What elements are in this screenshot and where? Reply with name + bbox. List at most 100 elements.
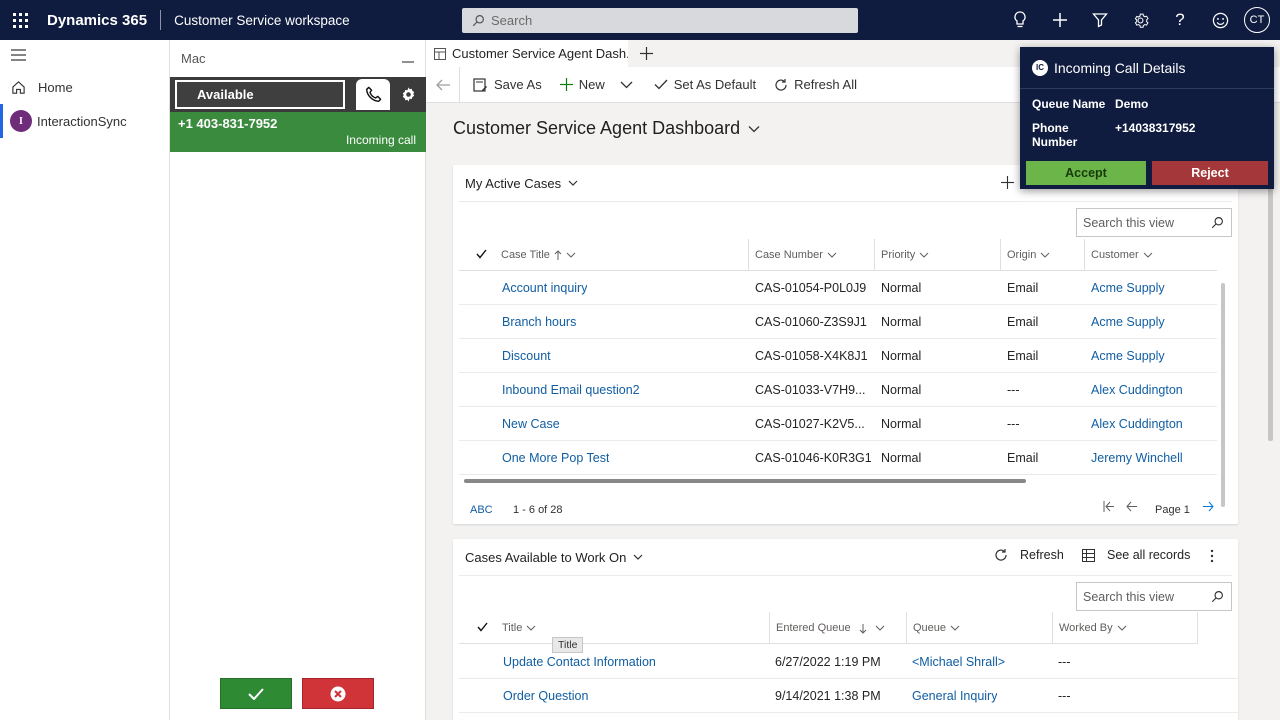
chevron-down-icon[interactable] [633, 554, 643, 560]
lightbulb-icon[interactable] [1000, 0, 1040, 40]
column-header-case-title[interactable]: Case Title [495, 239, 748, 271]
user-avatar[interactable]: CT [1244, 7, 1270, 33]
case-title-link[interactable]: Inbound Email question2 [502, 373, 640, 407]
next-page-icon[interactable] [1202, 501, 1214, 515]
column-header-entered-queue[interactable]: Entered Queue [769, 612, 906, 644]
column-header-priority[interactable]: Priority [874, 239, 1001, 271]
chevron-down-icon [527, 625, 536, 631]
save-as-button[interactable]: Save As [464, 67, 551, 103]
chevron-down-icon[interactable] [568, 180, 578, 186]
case-title-link[interactable]: Branch hours [502, 305, 576, 339]
column-label: Case Number [755, 249, 823, 261]
available-cases-search-input[interactable]: Search this view [1076, 582, 1232, 611]
back-arrow-icon[interactable] [426, 66, 460, 103]
nav-item-interactionsync[interactable]: I InteractionSync [0, 104, 169, 138]
case-title-link[interactable]: Discount [502, 339, 551, 373]
column-header-queue[interactable]: Queue [906, 612, 1052, 644]
set-as-default-button[interactable]: Set As Default [645, 67, 765, 103]
more-options-icon[interactable] [1210, 549, 1214, 566]
chevron-down-icon [748, 125, 760, 132]
queue-link[interactable]: General Inquiry [912, 679, 997, 713]
case-title-link[interactable]: Account inquiry [502, 271, 587, 305]
chevron-down-icon [1143, 252, 1153, 258]
table-row[interactable]: Inbound Email question2 CAS-01033-V7H9..… [459, 373, 1217, 407]
refresh-all-button[interactable]: Refresh All [765, 67, 866, 103]
case-title-link[interactable]: Order Question [503, 679, 588, 713]
filter-icon[interactable] [1080, 0, 1120, 40]
app-launcher-icon[interactable] [0, 0, 40, 40]
queue-link[interactable]: <Michael Shrall> [912, 645, 1005, 679]
customer-link[interactable]: Acme Supply [1091, 339, 1165, 373]
previous-page-icon[interactable] [1126, 501, 1138, 515]
see-all-records-button[interactable]: See all records [1082, 548, 1190, 562]
phone-icon[interactable] [356, 79, 390, 110]
column-header-case-number[interactable]: Case Number [748, 239, 875, 271]
column-label: Priority [881, 249, 916, 261]
global-search-input[interactable]: Search [462, 8, 858, 33]
agent-status-dropdown[interactable]: Available [175, 80, 345, 109]
column-header-customer[interactable]: Customer [1084, 239, 1211, 271]
origin: Email [1007, 281, 1039, 295]
vertical-scrollbar[interactable] [1221, 283, 1225, 507]
worked-by: --- [1058, 689, 1071, 703]
table-row[interactable]: New Case CAS-01027-K2V5... Normal --- Al… [459, 407, 1217, 441]
table-row[interactable]: Update Contact Information 6/27/2022 1:1… [459, 645, 1238, 679]
column-header-title[interactable]: Title [496, 612, 769, 644]
help-icon[interactable]: ? [1160, 0, 1200, 40]
add-case-plus-icon[interactable] [1001, 176, 1014, 189]
case-title-link[interactable]: Update Contact Information [503, 645, 656, 679]
case-title-link[interactable]: New Case [502, 407, 560, 441]
tab-agent-dashboard[interactable]: Customer Service Agent Dash... [426, 40, 628, 67]
popup-header: IC Incoming Call Details [1020, 47, 1274, 89]
brand-title[interactable]: Dynamics 365 [47, 12, 147, 29]
customer-link[interactable]: Alex Cuddington [1091, 373, 1183, 407]
app-name[interactable]: Customer Service workspace [174, 13, 350, 28]
select-all-checkmark-icon[interactable] [477, 622, 488, 635]
customer-link[interactable]: Acme Supply [1091, 305, 1165, 339]
view-selector[interactable]: Cases Available to Work On [465, 550, 626, 565]
minimize-icon[interactable] [402, 51, 414, 66]
accept-button[interactable]: Accept [1026, 161, 1146, 185]
origin: Email [1007, 349, 1039, 363]
alpha-filter[interactable]: ABC [470, 504, 493, 516]
reject-button[interactable]: Reject [1152, 161, 1268, 185]
incoming-call-banner[interactable]: +1 403-831-7952 Incoming call [170, 112, 426, 152]
new-button[interactable]: New [551, 67, 614, 103]
phone-number-label: Phone Number [1032, 121, 1078, 149]
caller-number: +1 403-831-7952 [178, 116, 278, 131]
table-row[interactable]: Discount CAS-01058-X4K8J1 Normal Email A… [459, 339, 1217, 373]
hamburger-menu-icon[interactable] [0, 40, 169, 70]
add-tab-icon[interactable] [628, 40, 664, 67]
first-page-icon[interactable] [1103, 501, 1115, 515]
gear-icon[interactable] [1120, 0, 1160, 40]
table-row[interactable]: Account inquiry CAS-01054-P0L0J9 Normal … [459, 271, 1217, 305]
new-dropdown-chevron-icon[interactable] [614, 67, 645, 103]
customer-link[interactable]: Alex Cuddington [1091, 407, 1183, 441]
active-cases-search-input[interactable]: Search this view [1076, 208, 1232, 237]
nav-item-home[interactable]: Home [0, 70, 169, 104]
select-all-checkmark-icon[interactable] [476, 249, 487, 262]
origin: Email [1007, 451, 1039, 465]
my-active-cases-card: My Active Cases Search this view Case Ti… [453, 165, 1238, 524]
column-header-origin[interactable]: Origin [1000, 239, 1084, 271]
view-selector[interactable]: My Active Cases [465, 176, 561, 191]
table-row[interactable]: One More Pop Test CAS-01046-K0R3G1 Norma… [459, 441, 1217, 475]
table-row[interactable]: Order Question 9/14/2021 1:38 PM General… [459, 679, 1238, 713]
column-label: Case Title [501, 249, 550, 261]
table-row[interactable]: Branch hours CAS-01060-Z3S9J1 Normal Ema… [459, 305, 1217, 339]
plus-icon[interactable] [1040, 0, 1080, 40]
entered-queue: 9/14/2021 1:38 PM [775, 689, 881, 703]
cti-settings-gear-icon[interactable] [396, 81, 420, 107]
customer-link[interactable]: Jeremy Winchell [1091, 441, 1183, 475]
refresh-button[interactable]: Refresh [994, 548, 1064, 562]
customer-link[interactable]: Acme Supply [1091, 271, 1165, 305]
see-all-label: See all records [1107, 548, 1191, 562]
horizontal-scrollbar[interactable] [464, 479, 1026, 483]
answer-call-button[interactable] [220, 678, 292, 709]
case-title-link[interactable]: One More Pop Test [502, 441, 609, 475]
sort-ascending-arrow-icon [554, 249, 562, 260]
decline-call-button[interactable] [302, 678, 374, 709]
smiley-icon[interactable] [1200, 0, 1240, 40]
dashboard-selector[interactable]: Customer Service Agent Dashboard [453, 118, 760, 139]
column-header-worked-by[interactable]: Worked By [1052, 612, 1198, 644]
